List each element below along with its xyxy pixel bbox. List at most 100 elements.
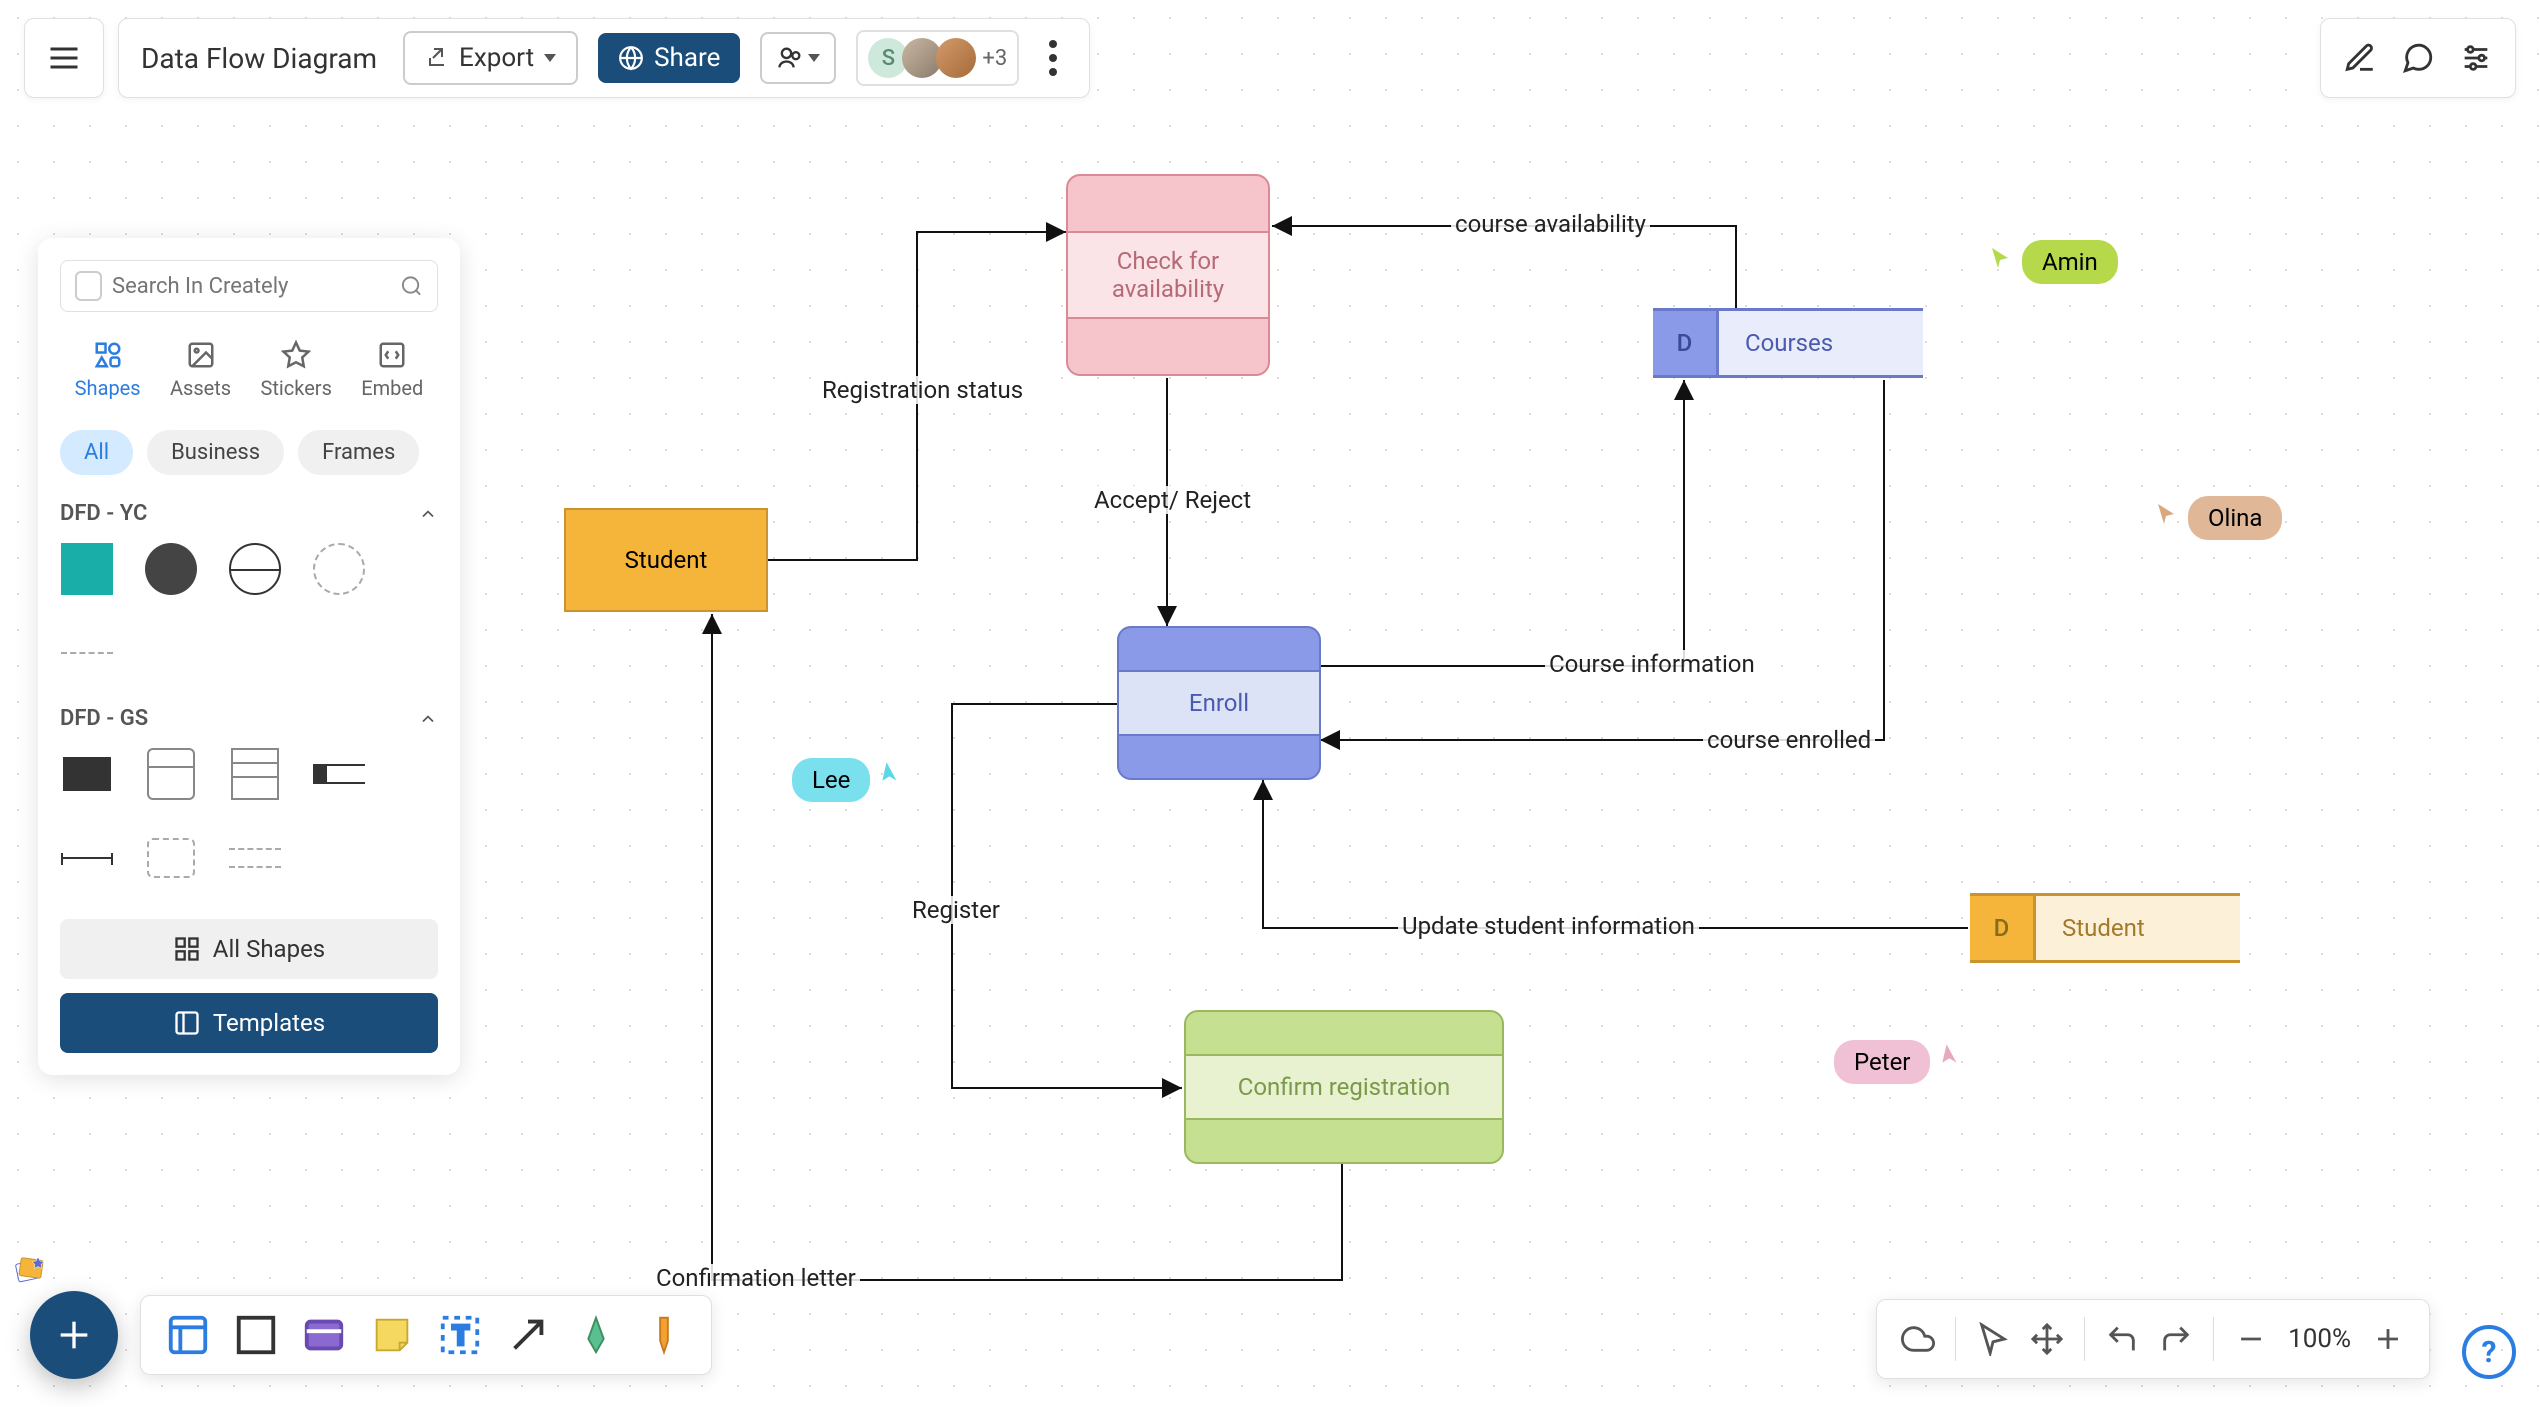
plus-icon [54, 1315, 94, 1355]
templates-label: Templates [213, 1009, 325, 1037]
avatar-3[interactable] [936, 38, 976, 78]
all-shapes-button[interactable]: All Shapes [60, 919, 438, 979]
datastore-courses-code: D [1653, 311, 1719, 375]
pointer-icon[interactable] [1976, 1322, 2010, 1356]
shape-grid-yc [60, 542, 438, 680]
cloud-icon[interactable] [1901, 1322, 1935, 1356]
bottom-right-toolbar: 100% [1876, 1299, 2430, 1379]
chip-all[interactable]: All [60, 430, 133, 475]
chips-row: All Business Frames [60, 430, 438, 475]
shape-datastore[interactable] [312, 747, 366, 801]
comment-icon[interactable] [2401, 41, 2435, 75]
shape-circle-dashed[interactable] [312, 542, 366, 596]
datastore-courses-name: Courses [1719, 311, 1923, 375]
tab-stickers[interactable]: Stickers [249, 332, 344, 408]
tool-pen[interactable] [573, 1312, 619, 1358]
pan-icon[interactable] [2030, 1322, 2064, 1356]
all-shapes-label: All Shapes [213, 935, 325, 963]
avatars-group[interactable]: S +3 [856, 30, 1019, 86]
shape-dashed-line[interactable] [60, 626, 114, 680]
avatar-more[interactable]: +3 [982, 46, 1007, 71]
cursor-amin: Amin [1988, 230, 2118, 284]
shape-circle-line[interactable] [228, 542, 282, 596]
tab-assets[interactable]: Assets [158, 332, 243, 408]
entity-student-label: Student [625, 546, 708, 574]
shape-circle-dark[interactable] [144, 542, 198, 596]
cursor-icon [871, 758, 905, 792]
edit-icon[interactable] [2343, 41, 2377, 75]
zoom-in-icon[interactable] [2371, 1322, 2405, 1356]
hamburger-icon [46, 40, 82, 76]
chevron-up-icon [418, 709, 438, 729]
section-yc-header[interactable]: DFD - YC [60, 501, 438, 526]
export-label: Export [459, 43, 534, 73]
edge-label-course-information: Course information [1545, 650, 1759, 678]
shape-process[interactable] [144, 747, 198, 801]
menu-button[interactable] [24, 18, 104, 98]
section-gs-header[interactable]: DFD - GS [60, 706, 438, 731]
entity-student[interactable]: Student [564, 508, 768, 612]
process-enroll[interactable]: Enroll [1117, 626, 1321, 780]
tool-card[interactable] [301, 1312, 347, 1358]
tab-shapes-label: Shapes [75, 376, 141, 400]
export-button[interactable]: Export [403, 31, 578, 85]
datastore-student-name: Student [2036, 896, 2240, 960]
edge-label-confirmation: Confirmation letter [652, 1264, 860, 1292]
tab-embed-label: Embed [361, 376, 423, 400]
help-button[interactable]: ? [2462, 1325, 2516, 1379]
tab-embed[interactable]: Embed [349, 332, 435, 408]
shapes-panel: Shapes Assets Stickers Embed All Busines… [38, 238, 460, 1075]
zoom-out-icon[interactable] [2234, 1322, 2268, 1356]
add-fab[interactable] [30, 1291, 118, 1379]
tab-stickers-label: Stickers [261, 376, 332, 400]
shape-dash-ds[interactable] [228, 831, 282, 885]
panel-tabs: Shapes Assets Stickers Embed [60, 332, 438, 408]
section-gs-label: DFD - GS [60, 706, 148, 731]
shape-rect-dark[interactable] [60, 747, 114, 801]
shape-dash-rect[interactable] [144, 831, 198, 885]
shape-process-2[interactable] [228, 747, 282, 801]
export-icon [425, 46, 449, 70]
globe-icon [618, 45, 644, 71]
search-icon[interactable] [400, 273, 423, 299]
tool-sticky[interactable] [369, 1312, 415, 1358]
collaboration-button[interactable] [760, 32, 836, 84]
settings-icon[interactable] [2459, 41, 2493, 75]
tool-highlighter[interactable] [641, 1312, 687, 1358]
bottom-left-toolbar: T [30, 1291, 712, 1379]
tab-shapes[interactable]: Shapes [63, 332, 153, 408]
more-menu-button[interactable] [1039, 40, 1067, 76]
search-input[interactable] [112, 274, 390, 299]
panel-footer: All Shapes Templates [60, 919, 438, 1053]
tool-rect[interactable] [233, 1312, 279, 1358]
shape-flow-line[interactable] [60, 831, 114, 885]
redo-icon[interactable] [2159, 1322, 2193, 1356]
process-check-availability[interactable]: Check for availability [1066, 174, 1270, 376]
tool-frame[interactable] [165, 1312, 211, 1358]
cursor-lee: Lee [786, 748, 900, 802]
datastore-student[interactable]: D Student [1970, 893, 2240, 963]
zoom-level[interactable]: 100% [2288, 1324, 2351, 1354]
top-right-toolbar [2320, 18, 2516, 98]
process-enroll-label: Enroll [1119, 670, 1319, 736]
share-label: Share [654, 43, 720, 73]
templates-button[interactable]: Templates [60, 993, 438, 1053]
cursor-peter: Peter [1828, 1030, 1960, 1084]
share-button[interactable]: Share [598, 33, 740, 83]
cursor-olina: Olina [2154, 486, 2282, 540]
chip-business[interactable]: Business [147, 430, 284, 475]
edge-label-course-enrolled: course enrolled [1703, 726, 1875, 754]
cursor-icon [1988, 246, 2012, 270]
edge-label-registration-status: Registration status [818, 376, 1027, 404]
chip-frames[interactable]: Frames [298, 430, 419, 475]
process-confirm-registration[interactable]: Confirm registration [1184, 1010, 1504, 1164]
svg-text:T: T [452, 1320, 469, 1352]
tool-arrow[interactable] [505, 1312, 551, 1358]
cursor-icon [1931, 1040, 1965, 1074]
badge-icon [10, 1249, 50, 1289]
datastore-courses[interactable]: D Courses [1653, 308, 1923, 378]
shape-rect-teal[interactable] [60, 542, 114, 596]
document-title[interactable]: Data Flow Diagram [141, 42, 383, 75]
tool-text[interactable]: T [437, 1312, 483, 1358]
undo-icon[interactable] [2105, 1322, 2139, 1356]
